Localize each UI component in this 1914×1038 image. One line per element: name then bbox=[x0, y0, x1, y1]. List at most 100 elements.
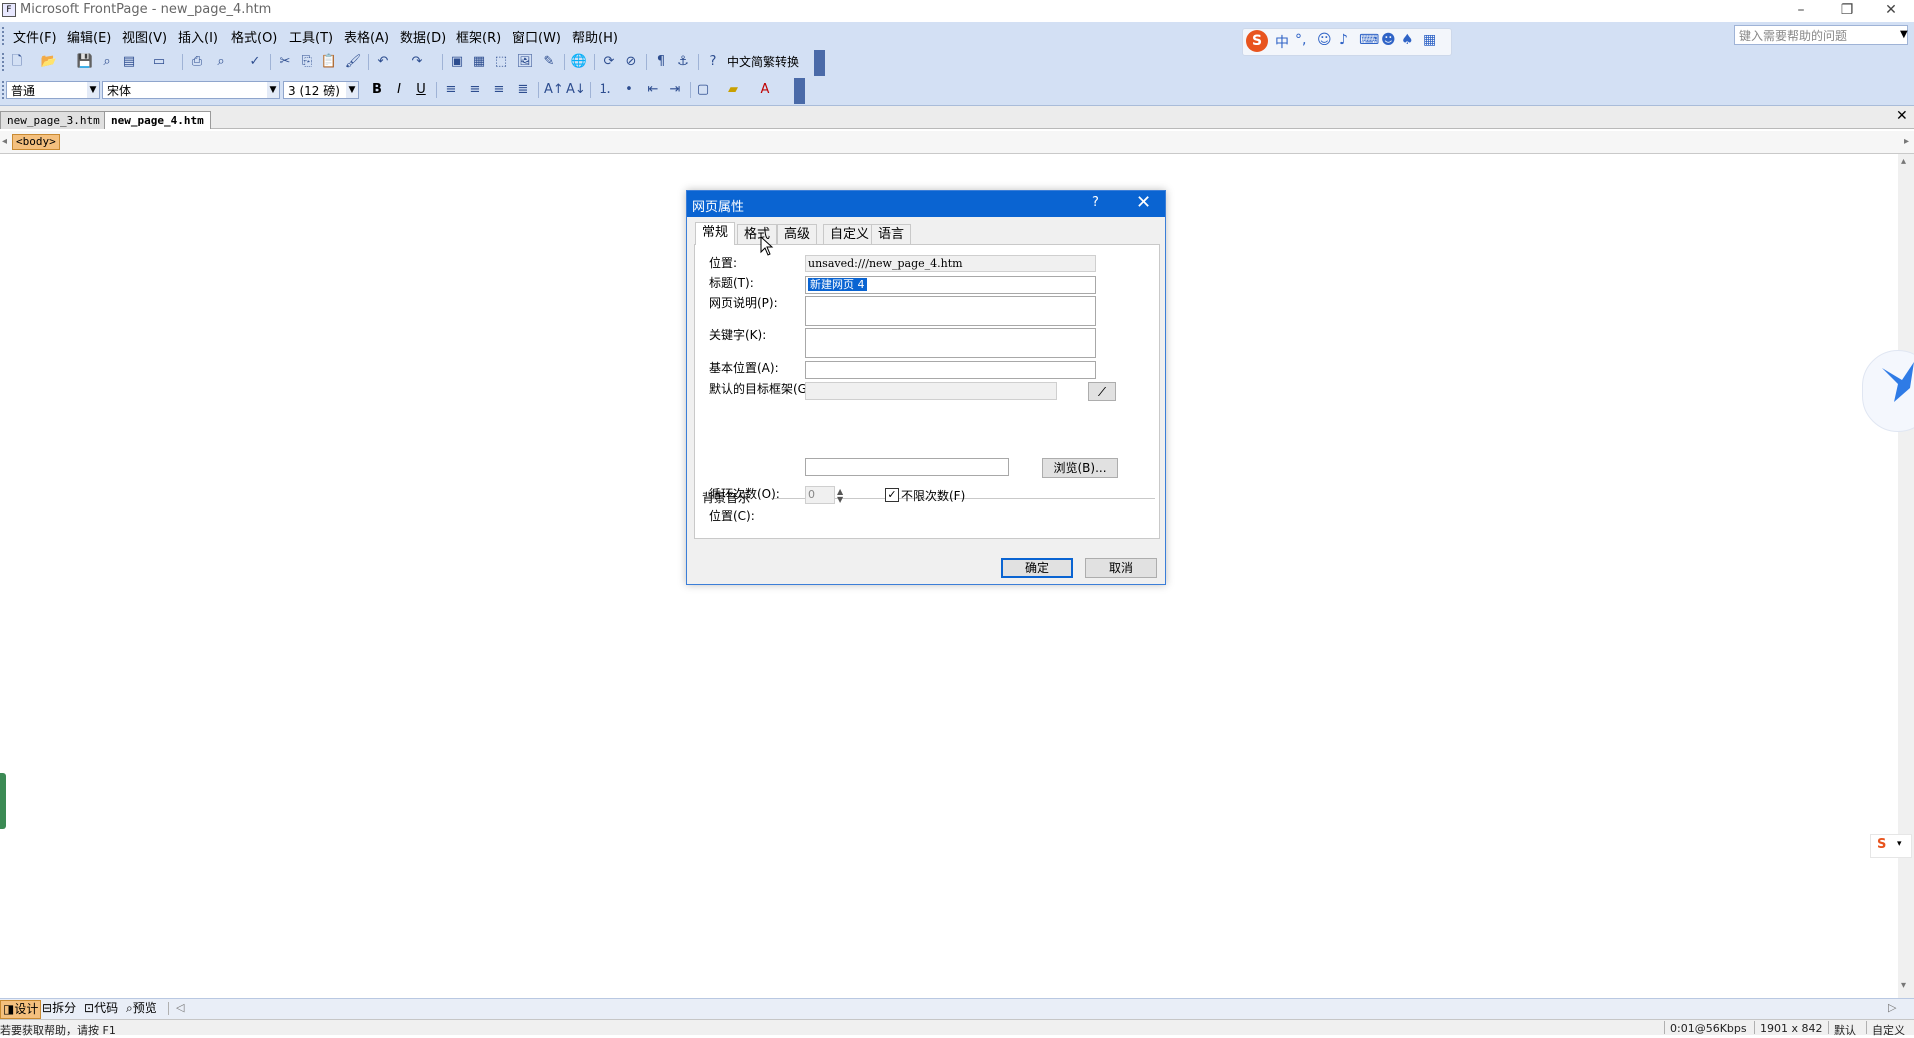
tab-language[interactable]: 语言 bbox=[871, 224, 912, 245]
ime-mode-chinese[interactable]: 中 bbox=[1275, 32, 1289, 52]
status-custom[interactable]: 自定义 bbox=[1872, 1022, 1905, 1038]
borders-icon[interactable]: ▢ bbox=[694, 81, 712, 99]
redo-icon[interactable]: ↷ bbox=[408, 53, 426, 71]
status-download-time[interactable]: 0:01@56Kbps bbox=[1670, 1022, 1747, 1035]
publish-icon[interactable]: ▤ bbox=[120, 53, 138, 71]
search-icon[interactable]: ⌕ bbox=[98, 53, 116, 71]
web-component-icon[interactable]: ▣ bbox=[448, 53, 466, 71]
menu-tools[interactable]: 工具(T) bbox=[289, 27, 333, 46]
ime-keyboard-icon[interactable]: ⌨ bbox=[1359, 32, 1379, 48]
chevron-down-icon[interactable]: ▾ bbox=[1897, 839, 1902, 849]
help-dropdown-arrow[interactable]: ▼ bbox=[1900, 29, 1908, 40]
increase-font-icon[interactable]: A↑ bbox=[544, 81, 564, 99]
hscroll-right-icon[interactable]: ▷ bbox=[1888, 1001, 1896, 1014]
help-question-box[interactable]: 键入需要帮助的问题 bbox=[1734, 25, 1908, 45]
toggle-pane-icon[interactable]: ▭ bbox=[150, 53, 168, 71]
menu-file[interactable]: 文件(F) bbox=[13, 27, 57, 46]
menu-edit[interactable]: 编辑(E) bbox=[67, 27, 111, 46]
chevron-down-icon[interactable]: ▼ bbox=[267, 82, 279, 98]
tab-general[interactable]: 常规 bbox=[695, 222, 736, 245]
new-page-icon[interactable]: 🗋 bbox=[8, 53, 26, 71]
font-color-icon[interactable]: A bbox=[756, 81, 774, 99]
help-icon[interactable]: ? bbox=[704, 53, 722, 71]
undo-icon[interactable]: ↶ bbox=[374, 53, 392, 71]
font-size-dropdown[interactable]: 3 (12 磅) ▼ bbox=[283, 81, 359, 99]
menu-insert[interactable]: 插入(I) bbox=[178, 27, 218, 46]
view-design-button[interactable]: ◨设计 bbox=[0, 1000, 42, 1019]
tab-custom[interactable]: 自定义 bbox=[823, 224, 877, 245]
tab-new-page-4[interactable]: new_page_4.htm bbox=[104, 111, 211, 129]
target-picker-button[interactable]: ⁄ bbox=[1088, 382, 1116, 401]
bird-assistant-icon[interactable] bbox=[1880, 358, 1914, 406]
open-icon[interactable]: 📂 bbox=[40, 53, 58, 71]
sound-location-field[interactable] bbox=[805, 458, 1009, 476]
menu-data[interactable]: 数据(D) bbox=[400, 27, 446, 46]
menu-grip[interactable] bbox=[2, 27, 7, 45]
font-dropdown[interactable]: 宋体 ▼ bbox=[102, 81, 280, 99]
hyperlink-icon[interactable]: 🌐 bbox=[570, 53, 588, 71]
location-field[interactable]: unsaved:///new_page_4.htm bbox=[805, 255, 1096, 272]
cut-icon[interactable]: ✂ bbox=[276, 53, 294, 71]
align-right-icon[interactable]: ≡ bbox=[490, 81, 508, 99]
browse-button[interactable]: 浏览(B)... bbox=[1042, 458, 1118, 478]
style-dropdown[interactable]: 普通 ▼ bbox=[6, 81, 100, 99]
insert-table-icon[interactable]: ▦ bbox=[470, 53, 488, 71]
base-location-field[interactable] bbox=[805, 361, 1096, 379]
chevron-down-icon[interactable]: ▼ bbox=[346, 82, 358, 98]
hscroll-left-icon[interactable]: ◁ bbox=[176, 1001, 184, 1014]
format-painter-icon[interactable]: 🖌 bbox=[344, 53, 362, 71]
tag-scroll-right-icon[interactable]: ▸ bbox=[1904, 136, 1909, 147]
description-field[interactable] bbox=[805, 296, 1096, 326]
save-icon[interactable]: 💾 bbox=[76, 53, 94, 71]
preview-icon[interactable]: ⌕ bbox=[212, 53, 230, 71]
ime-voice-icon[interactable]: ♪ bbox=[1339, 32, 1348, 48]
body-tag-button[interactable]: <body> bbox=[12, 134, 60, 150]
ime-user-icon[interactable]: ☻ bbox=[1381, 32, 1396, 48]
loop-count-field[interactable]: 0 bbox=[805, 486, 835, 504]
ime-punctuation-icon[interactable]: °, bbox=[1295, 32, 1306, 48]
ime-toolbox-icon[interactable]: ▦ bbox=[1423, 32, 1436, 48]
justify-icon[interactable]: ≣ bbox=[514, 81, 532, 99]
ok-button[interactable]: 确定 bbox=[1001, 558, 1073, 578]
dialog-title-bar[interactable]: 网页属性 ? ✕ bbox=[687, 191, 1165, 217]
toolbar-options-chevron[interactable] bbox=[794, 78, 805, 104]
scroll-down-icon[interactable]: ▾ bbox=[1901, 980, 1906, 991]
chinese-convert-button[interactable]: 中文简繁转换 bbox=[727, 53, 799, 70]
decrease-indent-icon[interactable]: ⇤ bbox=[644, 81, 662, 99]
cancel-button[interactable]: 取消 bbox=[1085, 558, 1157, 578]
view-preview-button[interactable]: ⌕预览 bbox=[124, 1000, 159, 1017]
tab-advanced[interactable]: 高级 bbox=[777, 224, 818, 245]
restore-button[interactable]: ❐ bbox=[1824, 0, 1870, 22]
view-split-button[interactable]: ⊟拆分 bbox=[40, 1000, 78, 1017]
dialog-close-icon[interactable]: ✕ bbox=[1136, 192, 1151, 213]
title-field[interactable]: 新建网页 4 bbox=[805, 276, 1096, 294]
tag-scroll-left-icon[interactable]: ◂ bbox=[2, 136, 7, 147]
status-mode[interactable]: 默认 bbox=[1834, 1022, 1856, 1038]
chevron-down-icon[interactable]: ▼ bbox=[87, 82, 99, 98]
ime-skin-icon[interactable]: ♠ bbox=[1401, 32, 1414, 48]
copy-icon[interactable]: ⎘ bbox=[298, 53, 316, 71]
print-icon[interactable]: ⎙ bbox=[188, 53, 206, 71]
refresh-icon[interactable]: ⟳ bbox=[600, 53, 618, 71]
spelling-icon[interactable]: ✓ bbox=[246, 53, 264, 71]
paste-icon[interactable]: 📋 bbox=[320, 53, 338, 71]
toolbar-grip[interactable] bbox=[2, 53, 7, 71]
bold-button[interactable]: B bbox=[368, 81, 386, 99]
ime-emoji-icon[interactable]: ☺ bbox=[1317, 32, 1332, 48]
increase-indent-icon[interactable]: ⇥ bbox=[666, 81, 684, 99]
vertical-scrollbar[interactable]: ▴ ▾ bbox=[1898, 154, 1914, 998]
sogou-mini-bar[interactable]: S ▾ bbox=[1870, 834, 1912, 858]
bulleted-list-icon[interactable]: • bbox=[620, 81, 638, 99]
numbered-list-icon[interactable]: ⒈ bbox=[596, 81, 614, 99]
minimize-button[interactable]: – bbox=[1778, 0, 1824, 22]
sogou-logo-icon[interactable]: S bbox=[1246, 30, 1268, 52]
tab-new-page-3[interactable]: new_page_3.htm bbox=[0, 111, 107, 129]
align-center-icon[interactable]: ≡ bbox=[466, 81, 484, 99]
show-all-icon[interactable]: ¶ bbox=[652, 53, 670, 71]
dialog-help-button[interactable]: ? bbox=[1092, 195, 1099, 210]
underline-button[interactable]: U bbox=[412, 81, 430, 99]
close-document-icon[interactable]: ✕ bbox=[1896, 108, 1908, 124]
menu-view[interactable]: 视图(V) bbox=[122, 27, 167, 46]
menu-format[interactable]: 格式(O) bbox=[231, 27, 277, 46]
insert-picture-icon[interactable]: 🖼 bbox=[516, 53, 534, 71]
